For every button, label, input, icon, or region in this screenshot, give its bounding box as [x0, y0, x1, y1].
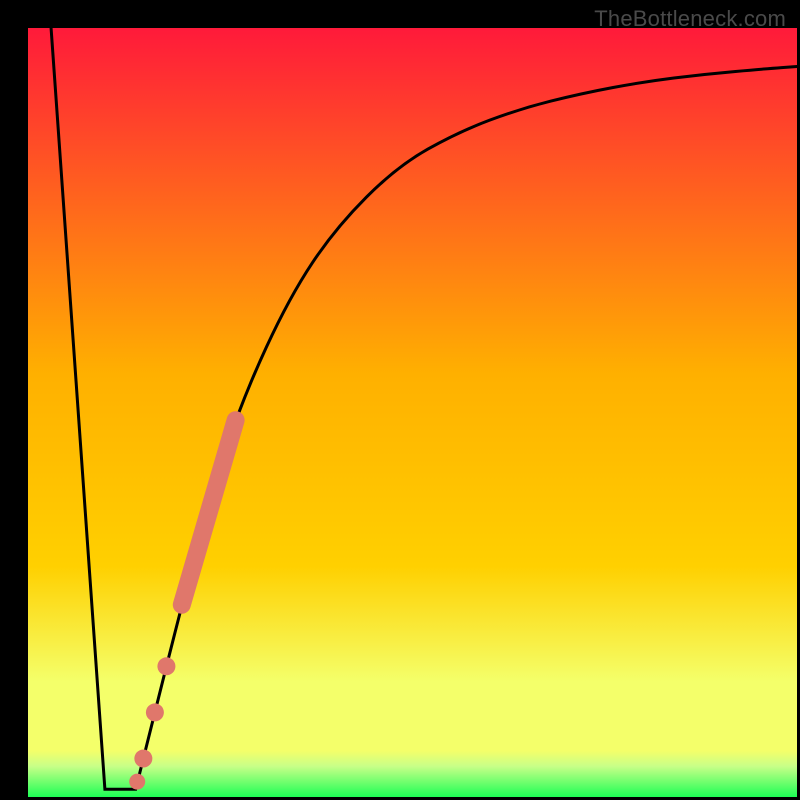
highlight-dot-4 [129, 774, 145, 790]
highlight-dot-3 [134, 750, 152, 768]
chart-frame: TheBottleneck.com [0, 0, 800, 800]
attribution-label: TheBottleneck.com [594, 6, 786, 32]
plot-background [28, 28, 797, 797]
bottleneck-chart [0, 0, 800, 800]
highlight-dot-2 [146, 703, 164, 721]
highlight-dot-1 [157, 657, 175, 675]
